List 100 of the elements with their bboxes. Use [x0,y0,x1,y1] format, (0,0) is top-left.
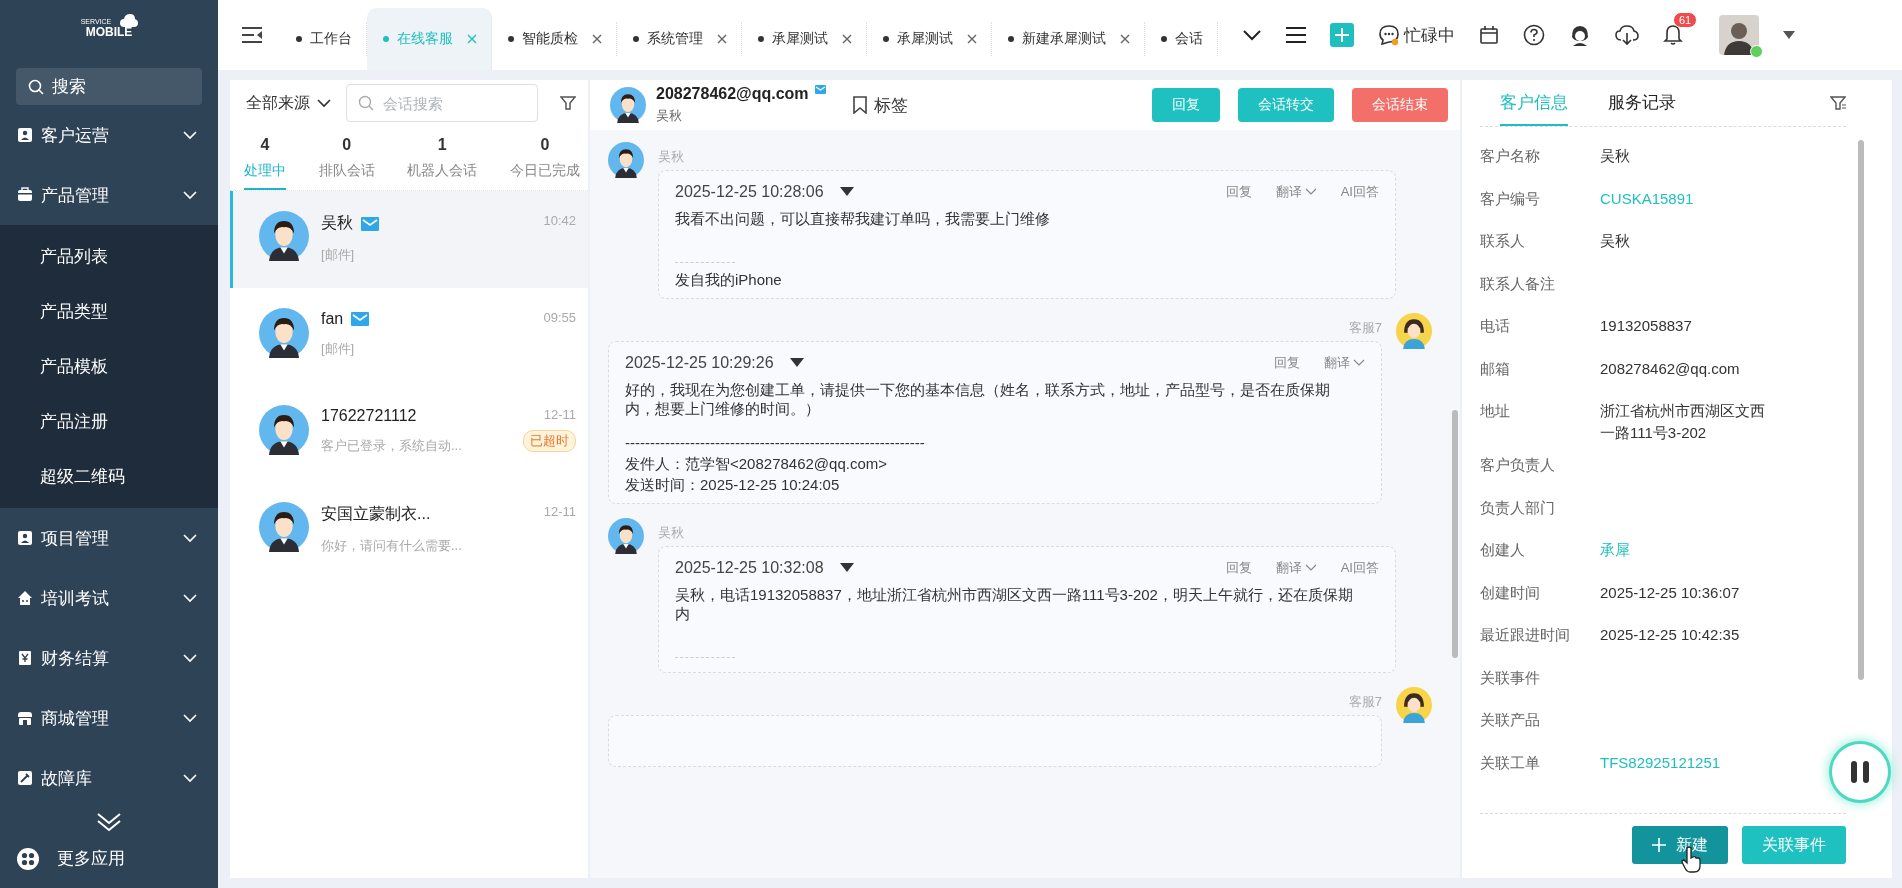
cloud-icon [120,14,138,28]
submenu-item[interactable]: 产品列表 [0,229,108,284]
tab[interactable]: 智能质检 [492,22,617,56]
submenu-item[interactable]: 产品模板 [0,339,108,394]
contact-name: fan [321,310,344,328]
status-button[interactable]: 忙碌中 [1378,23,1455,47]
dot-icon [1008,36,1014,42]
message-text: 好的，我现在为您创建工单，请提供一下您的基本信息（姓名，联系方式，地址，产品型号，是否在质保期内，想要上门维修的时间。） [625,380,1331,418]
avatar [610,87,646,123]
chevron-down-icon [182,651,198,665]
avatar [608,518,644,554]
menu-collapse-icon[interactable] [242,27,262,43]
dot-icon [296,36,302,42]
tab[interactable]: 新建承犀测试 [992,22,1145,56]
chevron-down-icon [182,711,198,725]
avatar [259,211,309,261]
menu-item[interactable]: 故障库 [0,748,218,808]
submenu-item[interactable]: 产品注册 [0,394,108,449]
caret-down-icon[interactable] [1783,31,1795,39]
double-chevron-icon[interactable] [95,811,123,833]
pause-button[interactable] [1832,744,1888,800]
avatar [1396,313,1432,349]
stat-tab[interactable]: 0 今日已完成 [509,126,580,190]
menu-item[interactable]: 客户运营 [0,105,218,165]
bell-icon[interactable] [1663,24,1683,46]
conversation-item[interactable]: 安国立蒙制衣... 你好，请问有什么需要... 12-11 [230,482,588,579]
message-action[interactable]: 翻译 [1275,183,1317,201]
filter-icon[interactable] [1830,95,1846,111]
avatar [259,502,309,552]
close-icon[interactable] [717,34,727,44]
field-value: 吴秋 [1600,146,1631,166]
person-icon[interactable] [1569,24,1591,46]
notification-badge: 61 [1673,12,1698,28]
calendar-icon[interactable] [1479,25,1499,45]
contact-name: 安国立蒙制衣... [321,504,431,524]
stat-tab[interactable]: 1 机器人会话 [407,126,478,190]
timestamp: 12-11 [543,407,576,422]
submenu-item[interactable]: 产品类型 [0,284,108,339]
field-label: 关联事件 [1480,668,1541,688]
tab[interactable]: 会话 [1145,22,1218,56]
dot-icon [883,36,889,42]
search-icon [28,79,44,95]
tab[interactable]: 承犀测试 [867,22,992,56]
menu-icon[interactable] [1286,27,1306,43]
chevron-down-icon[interactable] [1242,28,1262,42]
id-card-icon [17,127,33,143]
tag-button[interactable]: 标签 [851,93,908,117]
close-icon[interactable] [967,34,977,44]
sender-name: 客服7 [1348,693,1382,711]
field-label: 客户负责人 [1480,456,1556,475]
dot-icon [633,36,639,42]
caret-down-icon[interactable] [839,563,854,573]
chevron-down-icon [182,128,198,142]
more-apps-button[interactable]: 更多应用 [0,847,142,888]
field-label: 创建人 [1480,541,1526,560]
close-icon[interactable] [842,34,852,44]
submenu-item[interactable]: 超级二维码 [0,449,125,504]
scrollbar-thumb[interactable] [1452,410,1458,658]
caret-down-icon[interactable] [789,358,804,368]
search-field[interactable]: 会话搜索 [346,84,538,122]
receipt-icon [17,650,33,666]
field-label: 联系人备注 [1480,274,1556,294]
message-action[interactable]: 翻译 [1324,354,1365,372]
scrollbar-thumb[interactable] [1858,140,1864,680]
menu-item[interactable]: 财务结算 [0,628,218,688]
field-value: 浙江省杭州市西湖区文西一路111号3-202 [1600,401,1766,443]
conversation-item[interactable]: fan [邮件] 09:55 [230,288,588,385]
menu-item[interactable]: 产品管理 [0,165,218,225]
message-preview: [邮件] [321,340,356,358]
field-value: 2025-12-25 10:36:07 [1600,582,1741,603]
cloud-download-icon[interactable] [1615,24,1639,46]
message-action[interactable]: AI回答 [1340,559,1379,577]
message-action[interactable]: 回复 [1225,559,1252,577]
help-icon[interactable] [1523,24,1545,46]
stat-tab[interactable]: 0 排队会话 [318,126,375,190]
menu-item[interactable]: 项目管理 [0,508,218,568]
message-action[interactable]: 回复 [1225,183,1252,201]
filter-icon[interactable] [560,95,576,111]
message-action[interactable]: AI回答 [1340,183,1379,201]
briefcase-icon [17,187,33,203]
menu-item[interactable]: 培训考试 [0,568,218,628]
conversation-item[interactable]: 17622721112 客户已登录，系统自动... 12-11 已超时 [230,385,588,482]
source-dropdown[interactable]: 全部来源 [246,92,332,114]
logo-text: MOBILE [85,24,133,39]
field-label: 关联产品 [1480,711,1541,730]
tab[interactable]: 服务记录 [1608,80,1676,126]
menu-item[interactable]: 商城管理 [0,688,218,748]
search-field[interactable]: 搜索 [16,68,202,105]
tab[interactable]: 承犀测试 [742,22,867,56]
sender-name: 客服7 [1348,319,1382,337]
status-badge: 已超时 [523,430,576,452]
close-icon[interactable] [1120,34,1130,44]
chevron-down-icon [182,771,198,785]
tab[interactable]: 系统管理 [617,22,742,56]
message-action[interactable]: 回复 [1274,354,1300,372]
caret-down-icon[interactable] [839,187,854,197]
close-icon[interactable] [592,34,602,44]
message-action[interactable]: 翻译 [1275,559,1317,577]
field-value: 吴秋 [1600,231,1631,251]
conversation-item[interactable]: 吴秋 [邮件] 10:42 [230,191,588,288]
